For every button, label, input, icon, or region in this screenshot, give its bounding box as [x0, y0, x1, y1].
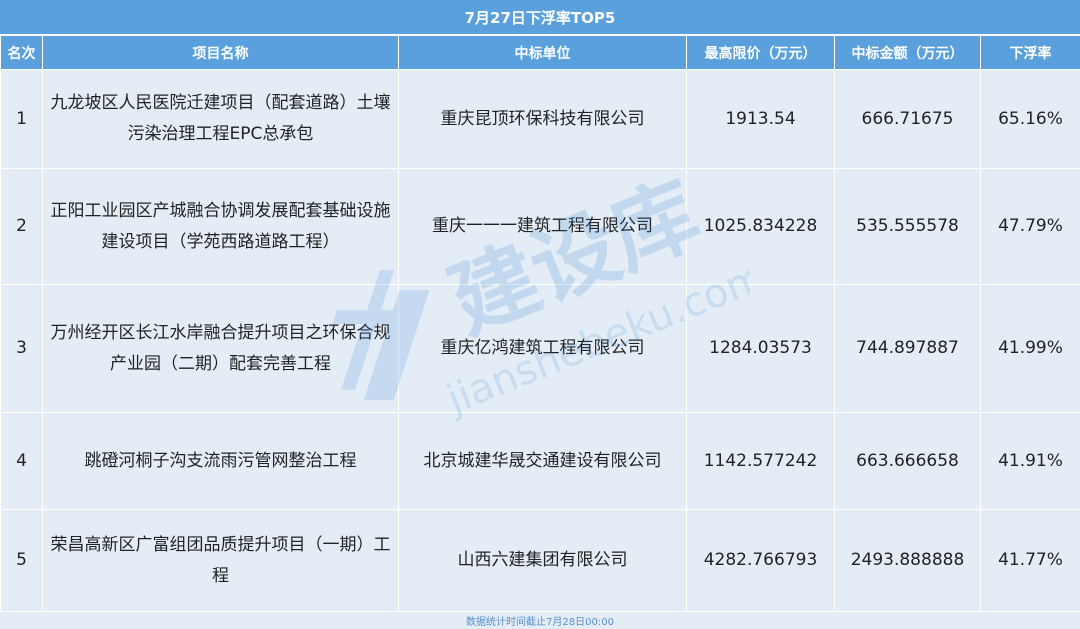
project-name-cell: 跳磴河桐子沟支流雨污管网整治工程	[42, 412, 399, 510]
header-project-name: 项目名称	[42, 35, 399, 70]
header-discount-rate: 下浮率	[980, 35, 1080, 70]
max-price-cell: 1025.834228	[686, 168, 835, 285]
table-row: 4 跳磴河桐子沟支流雨污管网整治工程 北京城建华晟交通建设有限公司 1142.5…	[0, 412, 1080, 510]
bid-amount-cell: 744.897887	[834, 284, 981, 413]
header-rank: 名次	[0, 35, 43, 70]
data-timestamp-footer: 数据统计时间截止7月28日00:00	[0, 611, 1080, 629]
max-price-cell: 4282.766793	[686, 509, 835, 612]
winning-bidder-cell: 重庆亿鸿建筑工程有限公司	[398, 284, 687, 413]
header-row: 名次 项目名称 中标单位 最高限价（万元） 中标金额（万元） 下浮率	[0, 35, 1080, 70]
header-winning-bidder: 中标单位	[398, 35, 687, 70]
bid-amount-cell: 663.666658	[834, 412, 981, 510]
header-max-price: 最高限价（万元）	[686, 35, 835, 70]
winning-bidder-cell: 山西六建集团有限公司	[398, 509, 687, 612]
winning-bidder-cell: 北京城建华晟交通建设有限公司	[398, 412, 687, 510]
table-row: 5 荣昌高新区广富组团品质提升项目（一期）工程 山西六建集团有限公司 4282.…	[0, 509, 1080, 612]
winning-bidder-cell: 重庆昆顶环保科技有限公司	[398, 69, 687, 169]
ranking-table: 名次 项目名称 中标单位 最高限价（万元） 中标金额（万元） 下浮率 1 九龙坡…	[0, 35, 1080, 612]
table-title: 7月27日下浮率TOP5	[0, 0, 1080, 35]
max-price-cell: 1913.54	[686, 69, 835, 169]
discount-rate-cell: 47.79%	[980, 168, 1080, 285]
discount-rate-cell: 65.16%	[980, 69, 1080, 169]
project-name-cell: 万州经开区长江水岸融合提升项目之环保合规产业园（二期）配套完善工程	[42, 284, 399, 413]
discount-rate-cell: 41.99%	[980, 284, 1080, 413]
max-price-cell: 1142.577242	[686, 412, 835, 510]
project-name-cell: 九龙坡区人民医院迁建项目（配套道路）土壤污染治理工程EPC总承包	[42, 69, 399, 169]
rank-cell: 4	[0, 412, 43, 510]
project-name-cell: 正阳工业园区产城融合协调发展配套基础设施建设项目（学苑西路道路工程）	[42, 168, 399, 285]
bid-amount-cell: 666.71675	[834, 69, 981, 169]
rank-cell: 5	[0, 509, 43, 612]
bid-amount-cell: 2493.888888	[834, 509, 981, 612]
rank-cell: 3	[0, 284, 43, 413]
bid-amount-cell: 535.555578	[834, 168, 981, 285]
discount-rate-cell: 41.77%	[980, 509, 1080, 612]
table-row: 3 万州经开区长江水岸融合提升项目之环保合规产业园（二期）配套完善工程 重庆亿鸿…	[0, 284, 1080, 413]
project-name-cell: 荣昌高新区广富组团品质提升项目（一期）工程	[42, 509, 399, 612]
rank-cell: 1	[0, 69, 43, 169]
discount-rate-cell: 41.91%	[980, 412, 1080, 510]
table-row: 1 九龙坡区人民医院迁建项目（配套道路）土壤污染治理工程EPC总承包 重庆昆顶环…	[0, 69, 1080, 169]
table-row: 2 正阳工业园区产城融合协调发展配套基础设施建设项目（学苑西路道路工程） 重庆一…	[0, 168, 1080, 285]
winning-bidder-cell: 重庆一一一建筑工程有限公司	[398, 168, 687, 285]
rank-cell: 2	[0, 168, 43, 285]
header-bid-amount: 中标金额（万元）	[834, 35, 981, 70]
max-price-cell: 1284.03573	[686, 284, 835, 413]
